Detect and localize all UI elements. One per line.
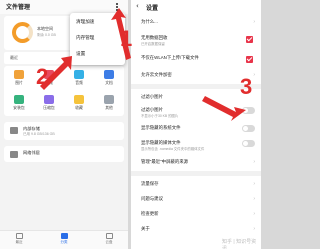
nav-cloud[interactable]: 云盘 [94, 233, 124, 245]
internal-storage-sub: 已用 9.8 GB/136 GB [23, 132, 55, 136]
nav-categories[interactable]: 分类 [49, 233, 79, 245]
category-label: 安装包 [13, 106, 25, 110]
back-arrow-icon[interactable]: ‹ [136, 2, 139, 10]
category-label: 图片 [15, 81, 23, 85]
chevron-right-icon: › [253, 19, 255, 25]
annotation-number-1: 1 [120, 26, 133, 51]
category-label: 音频 [75, 81, 83, 85]
setting-sub: 已开启数据保留 [141, 42, 165, 46]
chevron-right-icon: › [253, 181, 255, 187]
category-docs[interactable]: 文档 [94, 66, 124, 90]
cloud-icon [105, 233, 113, 239]
package-icon [14, 95, 24, 104]
category-audio[interactable]: 音频 [64, 66, 94, 90]
recent-label: 最近 [10, 55, 18, 60]
file-manager-screen: 文件管理 本地空间 剩余 0.0 GB 最近 图片 视频 音频 文档 安装包 压… [0, 0, 128, 249]
hidden-media-toggle[interactable] [242, 140, 255, 147]
chevron-right-icon: › [253, 196, 255, 202]
setting-title: 允许云文件加密 [141, 72, 172, 77]
category-label: 压缩包 [43, 106, 55, 110]
category-favorites[interactable]: 收藏 [64, 91, 94, 115]
checkbox-checked-icon[interactable] [246, 36, 253, 43]
category-label: 其他 [105, 106, 113, 110]
section-divider [131, 171, 261, 176]
document-icon [104, 70, 114, 79]
internal-storage-row[interactable]: 内部存储 已用 9.8 GB/136 GB [4, 122, 124, 140]
network-neighbor-title: 网络邻居 [23, 150, 40, 155]
setting-title: 问题与建议 [141, 196, 163, 201]
header: ‹ 设置 [131, 0, 261, 14]
checkbox-checked-icon[interactable] [246, 56, 253, 63]
chevron-right-icon: › [253, 226, 255, 232]
settings-sync[interactable]: 不仅在WLAN下上传/下载文件 [131, 52, 261, 66]
settings-about[interactable]: 关于 › [131, 223, 261, 237]
setting-title: 关于 [141, 226, 150, 231]
annotation-number-3: 3 [240, 74, 253, 99]
settings-user-row[interactable]: 为什么... › [131, 16, 261, 30]
chevron-right-icon: › [253, 211, 255, 217]
settings-flow[interactable]: 流量保存 › [131, 178, 261, 192]
nav-recent[interactable]: 最近 [4, 233, 34, 245]
header: 文件管理 [0, 0, 128, 14]
setting-title: 显示隐藏的系统文件 [141, 125, 181, 130]
overflow-menu: 清理加速 内存管理 设置 [70, 13, 125, 65]
archive-icon [44, 95, 54, 104]
setting-title: 流量保存 [141, 181, 159, 186]
category-label: 文档 [105, 81, 113, 85]
category-grid: 图片 视频 音频 文档 安装包 压缩包 收藏 其他 [4, 66, 124, 116]
chevron-right-icon: › [253, 72, 255, 78]
setting-title: 检查更新 [141, 211, 159, 216]
settings-filter-small[interactable]: 过滤小图片 不显示小于30 KB 的图片 [131, 104, 261, 120]
setting-title: 过滤小图片 [141, 94, 163, 99]
phone-storage-icon [10, 127, 18, 134]
image-icon [14, 70, 24, 79]
folder-icon [60, 233, 68, 239]
network-icon [10, 151, 18, 158]
category-images[interactable]: 图片 [4, 66, 34, 90]
settings-version[interactable]: 检查更新 › [131, 208, 261, 222]
setting-title: 不仅在WLAN下上传/下载文件 [141, 55, 199, 60]
nav-label: 云盘 [105, 240, 113, 244]
category-apk[interactable]: 安装包 [4, 91, 34, 115]
storage-sub: 剩余 0.0 GB [37, 33, 56, 37]
category-other[interactable]: 其他 [94, 91, 124, 115]
category-archive[interactable]: 压缩包 [34, 91, 64, 115]
audio-icon [74, 70, 84, 79]
clock-icon [15, 233, 23, 239]
nav-label: 分类 [60, 240, 68, 244]
more-icon [104, 95, 114, 104]
settings-screen: ‹ 设置 为什么... › 无用数据回收 已开启数据保留 不仅在WLAN下上传/… [131, 0, 261, 249]
setting-sub: 显示所包含 .nomedia 文件夹中的媒体文件 [141, 147, 205, 151]
annotation-number-2: 2 [36, 64, 49, 89]
settings-auto-delete[interactable]: 无用数据回收 已开启数据保留 [131, 32, 261, 49]
storage-ring-icon [12, 22, 33, 43]
network-neighbor-row[interactable]: 网络邻居 [4, 146, 124, 162]
setting-title: 为什么... [141, 19, 158, 24]
menu-item-settings[interactable]: 设置 [76, 51, 85, 57]
setting-sub: 不显示小于30 KB 的图片 [141, 114, 179, 118]
settings-hidden-system[interactable]: 显示隐藏的系统文件 [131, 122, 261, 136]
page-title: 文件管理 [6, 4, 31, 11]
page-title: 设置 [146, 5, 159, 12]
watermark: 知乎 | 知识号资讯 [222, 239, 257, 249]
menu-item-clean[interactable]: 清理加速 [76, 19, 94, 25]
settings-feedback[interactable]: 问题与建议 › [131, 193, 261, 207]
storage-label: 本地空间 [37, 26, 53, 31]
settings-hidden-media[interactable]: 显示隐藏的媒体文件 显示所包含 .nomedia 文件夹中的媒体文件 [131, 137, 261, 153]
menu-item-memory[interactable]: 内存管理 [76, 35, 94, 41]
bottom-nav: 最近 分类 云盘 [0, 230, 128, 249]
nav-label: 最近 [15, 240, 23, 244]
settings-manage-recent[interactable]: 管理"最近"中屏蔽的来源 › [131, 156, 261, 170]
chevron-right-icon: › [253, 159, 255, 165]
filter-small-toggle[interactable] [242, 107, 255, 114]
hidden-system-toggle[interactable] [242, 125, 255, 132]
category-label: 收藏 [75, 106, 83, 110]
setting-title: 管理"最近"中屏蔽的来源 [141, 159, 189, 164]
more-menu-icon[interactable] [114, 3, 120, 12]
star-icon [74, 95, 84, 104]
